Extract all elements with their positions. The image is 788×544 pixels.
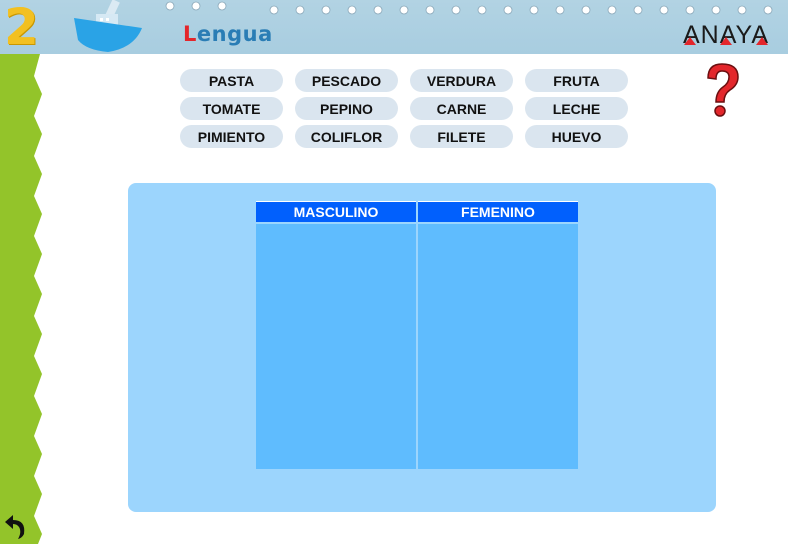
anaya-logo: ANAYA [683, 21, 768, 47]
word-chip[interactable]: TOMATE [180, 97, 283, 120]
column-masculino: MASCULINO [256, 201, 416, 469]
unit-number: 2 [4, 0, 39, 56]
word-chip[interactable]: PESCADO [295, 69, 398, 92]
question-mark-icon[interactable] [700, 62, 744, 118]
column-femenino: FEMENINO [418, 201, 578, 469]
word-chip[interactable]: VERDURA [410, 69, 513, 92]
notebook-rings [165, 1, 773, 15]
subject-rest: engua [196, 22, 273, 46]
classification-table: MASCULINO FEMENINO [256, 201, 578, 469]
word-chip[interactable]: PASTA [180, 69, 283, 92]
back-arrow-icon[interactable] [2, 512, 30, 540]
word-bank: PASTA PESCADO VERDURA FRUTA TOMATE PEPIN… [180, 69, 628, 148]
side-decoration [0, 54, 42, 544]
word-chip[interactable]: CARNE [410, 97, 513, 120]
subject-first-letter: L [183, 22, 197, 46]
drop-zone-femenino[interactable] [418, 224, 578, 469]
boat-icon [74, 0, 142, 52]
word-chip[interactable]: PEPINO [295, 97, 398, 120]
subject-title: Lengua [183, 22, 273, 46]
word-chip[interactable]: FRUTA [525, 69, 628, 92]
word-chip[interactable]: PIMIENTO [180, 125, 283, 148]
drop-zone-masculino[interactable] [256, 224, 416, 469]
word-chip[interactable]: COLIFLOR [295, 125, 398, 148]
column-header-masculino: MASCULINO [256, 201, 416, 222]
word-chip[interactable]: LECHE [525, 97, 628, 120]
word-chip[interactable]: FILETE [410, 125, 513, 148]
column-header-femenino: FEMENINO [418, 201, 578, 222]
header-bar: 2 Lengua ANAYA [0, 0, 788, 54]
word-chip[interactable]: HUEVO [525, 125, 628, 148]
